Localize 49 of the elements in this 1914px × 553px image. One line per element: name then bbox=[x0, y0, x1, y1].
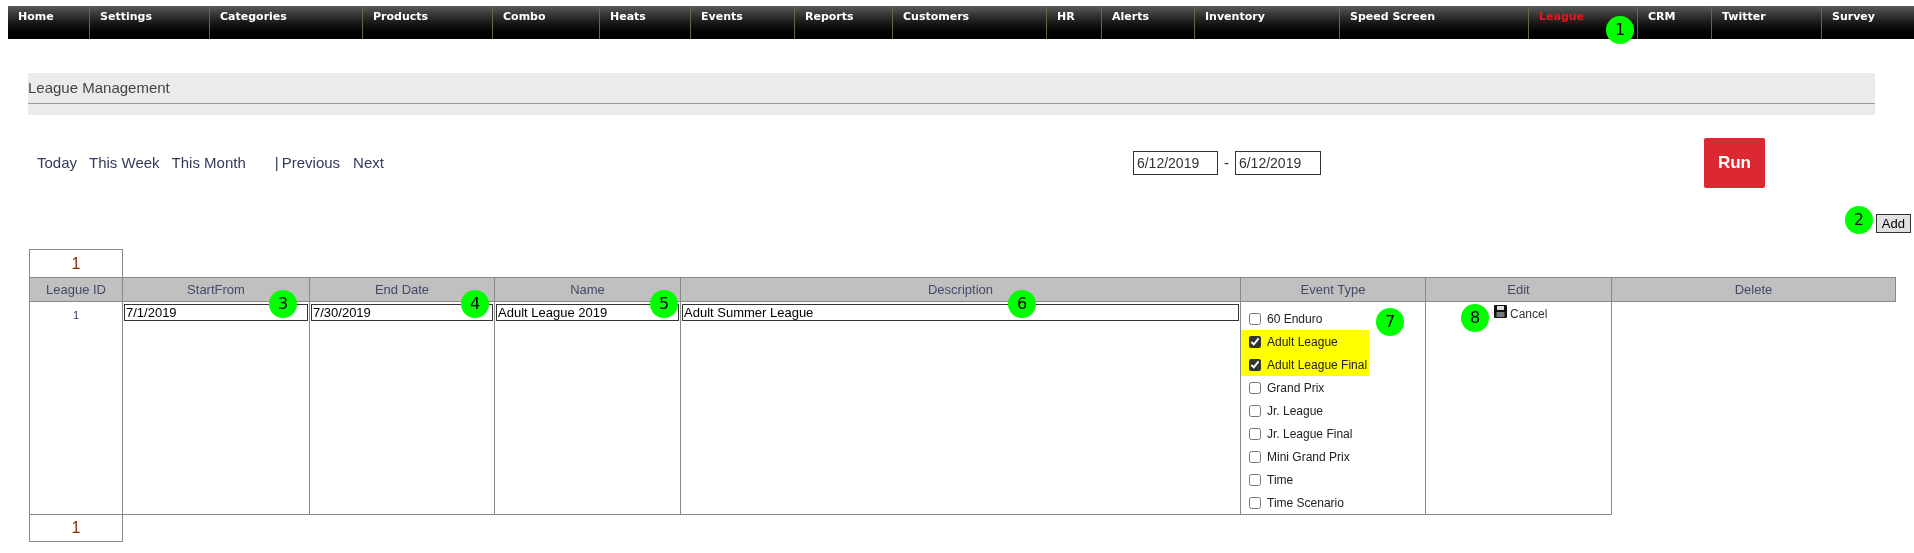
checkbox-label: Adult League bbox=[1267, 333, 1338, 351]
column-header: Edit bbox=[1425, 277, 1612, 302]
nav-item[interactable]: Events bbox=[693, 9, 743, 26]
step-link[interactable]: Previous bbox=[281, 151, 341, 175]
nav-item[interactable]: HR bbox=[1049, 9, 1075, 26]
date-from-field[interactable]: 6/12/2019 bbox=[1132, 151, 1218, 175]
link-separator: | bbox=[274, 152, 279, 173]
checkbox-label: Time Scenario bbox=[1267, 494, 1344, 512]
page-number[interactable]: 1 bbox=[71, 251, 81, 276]
nav-item[interactable]: CRM bbox=[1640, 9, 1676, 26]
nav-item[interactable]: Twitter bbox=[1714, 9, 1766, 26]
nav-item[interactable]: Speed Screen bbox=[1342, 9, 1436, 26]
callout-marker: 2 bbox=[1844, 206, 1873, 234]
nav-item[interactable]: Reports bbox=[797, 9, 854, 26]
nav-item[interactable]: Products bbox=[365, 9, 429, 26]
date-range-link[interactable]: This Month bbox=[171, 151, 246, 175]
date-range-link[interactable]: Today bbox=[37, 151, 78, 175]
checkbox-label: Time bbox=[1267, 471, 1294, 489]
nav-item[interactable]: Categories bbox=[212, 9, 287, 26]
nav-item[interactable]: Inventory bbox=[1197, 9, 1265, 26]
column-header: League ID bbox=[29, 277, 123, 302]
callout-marker: 7 bbox=[1376, 308, 1404, 336]
checkbox-label: Mini Grand Prix bbox=[1267, 448, 1350, 466]
page-number[interactable]: 1 bbox=[71, 516, 81, 540]
column-header: Delete bbox=[1611, 277, 1896, 302]
add-button[interactable]: Add bbox=[1875, 214, 1911, 233]
nav-item[interactable]: Combo bbox=[495, 9, 546, 26]
nav-item[interactable]: Survey bbox=[1824, 9, 1875, 26]
checkbox-label: 60 Enduro bbox=[1267, 310, 1323, 328]
date-range-link[interactable]: This Week bbox=[89, 151, 160, 175]
nav-item[interactable]: Home bbox=[10, 9, 54, 26]
step-link[interactable]: Next bbox=[353, 151, 384, 175]
cancel-link[interactable]: Cancel bbox=[1510, 305, 1548, 321]
nav-item[interactable]: Settings bbox=[92, 9, 152, 26]
callout-marker: 8 bbox=[1461, 304, 1489, 332]
date-dash: - bbox=[1223, 152, 1229, 173]
page-title: League Management bbox=[28, 77, 170, 98]
nav-item[interactable]: Alerts bbox=[1104, 9, 1149, 26]
checkbox-label: Adult League Final bbox=[1267, 356, 1368, 374]
table-cell: 1 bbox=[72, 309, 80, 321]
date-to-field[interactable]: 6/12/2019 bbox=[1234, 151, 1321, 175]
column-header: Event Type bbox=[1240, 277, 1426, 302]
checkbox-label: Jr. League Final bbox=[1267, 425, 1353, 443]
checkbox-label: Grand Prix bbox=[1267, 379, 1325, 397]
nav-item[interactable]: Customers bbox=[895, 9, 970, 26]
callout-marker: 1 bbox=[1606, 16, 1634, 44]
nav-item[interactable]: Heats bbox=[602, 9, 646, 26]
checkbox-label: Jr. League bbox=[1267, 402, 1324, 420]
run-button[interactable]: Run bbox=[1703, 138, 1765, 188]
